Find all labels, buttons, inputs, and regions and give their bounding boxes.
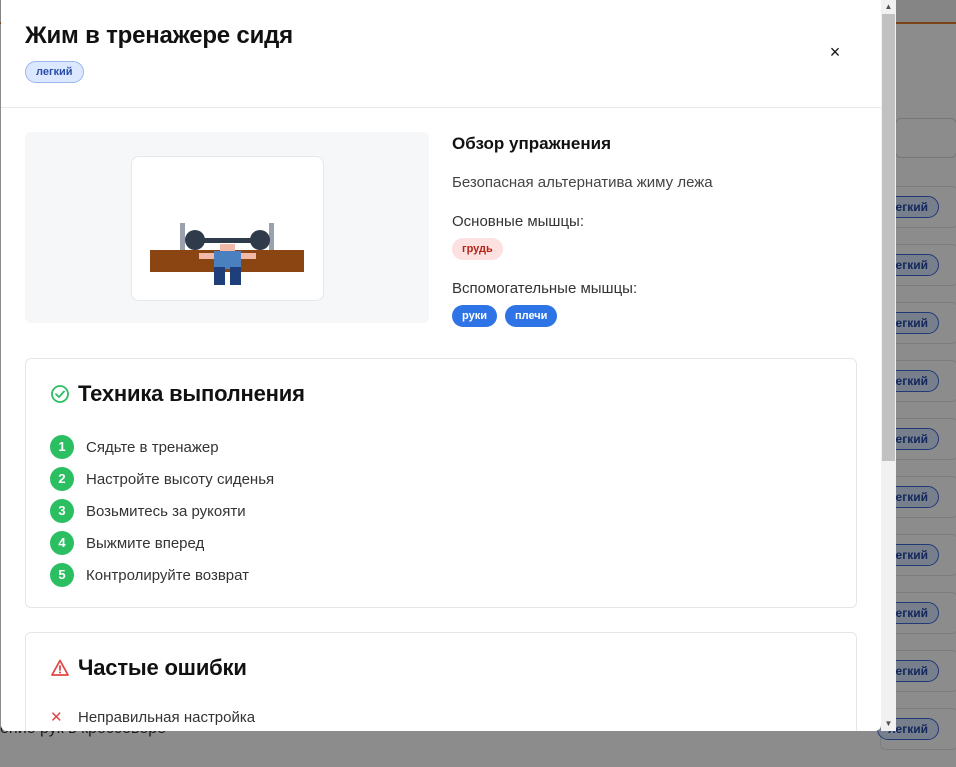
primary-muscles-label: Основные мышцы:: [452, 213, 585, 230]
step-text: Настройте высоту сиденья: [86, 470, 275, 488]
mistakes-heading: Частые ошибки: [50, 655, 247, 681]
modal-scrollbar[interactable]: ▲ ▼: [881, 0, 896, 731]
step-text: Контролируйте возврат: [86, 566, 250, 584]
step-number: 2: [50, 467, 74, 491]
list-item: ✕ Неправильная настройка: [50, 705, 255, 729]
step-text: Сядьте в тренажер: [86, 438, 219, 456]
overview-description: Безопасная альтернатива жиму лежа: [452, 174, 713, 191]
mistake-text: Неправильная настройка: [78, 708, 256, 726]
check-circle-icon: [51, 385, 69, 403]
step-number: 5: [50, 563, 74, 587]
overview-title: Обзор упражнения: [452, 134, 611, 153]
list-item: 5 Контролируйте возврат: [50, 559, 274, 591]
list-item: 4 Выжмите вперед: [50, 527, 274, 559]
technique-steps: 1 Сядьте в тренажер 2 Настройте высоту с…: [50, 431, 274, 591]
step-text: Выжмите вперед: [86, 534, 205, 552]
close-icon: ×: [829, 42, 841, 62]
step-number: 1: [50, 435, 74, 459]
primary-muscles-list: грудь: [452, 238, 852, 260]
close-button[interactable]: ×: [823, 40, 847, 64]
secondary-muscles-list: руки плечи: [452, 305, 852, 327]
list-item: 1 Сядьте в тренажер: [50, 431, 274, 463]
muscle-tag-chest: грудь: [452, 238, 503, 260]
secondary-muscles-label: Вспомогательные мышцы:: [452, 280, 638, 297]
mistakes-title: Частые ошибки: [78, 655, 247, 680]
step-number: 3: [50, 499, 74, 523]
modal-title: Жим в тренажере сидя: [25, 22, 293, 49]
bench-press-illustration: [150, 223, 304, 285]
muscle-tag-shoulders: плечи: [504, 305, 558, 327]
technique-heading: Техника выполнения: [50, 381, 305, 407]
exercise-illustration: [131, 156, 324, 301]
exercise-image-panel: [25, 132, 429, 323]
technique-card: Техника выполнения 1 Сядьте в тренажер 2…: [25, 358, 857, 608]
list-item: 3 Возьмитесь за рукояти: [50, 495, 274, 527]
step-text: Возьмитесь за рукояти: [86, 502, 246, 520]
difficulty-badge: легкий: [25, 61, 84, 83]
scroll-up-arrow-icon[interactable]: ▲: [881, 0, 896, 14]
modal-header: Жим в тренажере сидя легкий ×: [1, 0, 881, 108]
muscle-tag-arms: руки: [452, 305, 497, 327]
step-number: 4: [50, 531, 74, 555]
warning-triangle-icon: [51, 659, 69, 676]
technique-title: Техника выполнения: [78, 381, 305, 406]
exercise-overview: Обзор упражнения Безопасная альтернатива…: [452, 134, 852, 347]
mistakes-list: ✕ Неправильная настройка: [50, 705, 255, 729]
exercise-modal: Жим в тренажере сидя легкий × Обзор упра…: [1, 0, 881, 731]
scroll-down-arrow-icon[interactable]: ▼: [881, 717, 896, 731]
modal-body[interactable]: Обзор упражнения Безопасная альтернатива…: [1, 108, 881, 731]
mistakes-card: Частые ошибки ✕ Неправильная настройка: [25, 632, 857, 731]
scrollbar-thumb[interactable]: [882, 14, 895, 461]
list-item: 2 Настройте высоту сиденья: [50, 463, 274, 495]
x-icon: ✕: [50, 709, 63, 726]
